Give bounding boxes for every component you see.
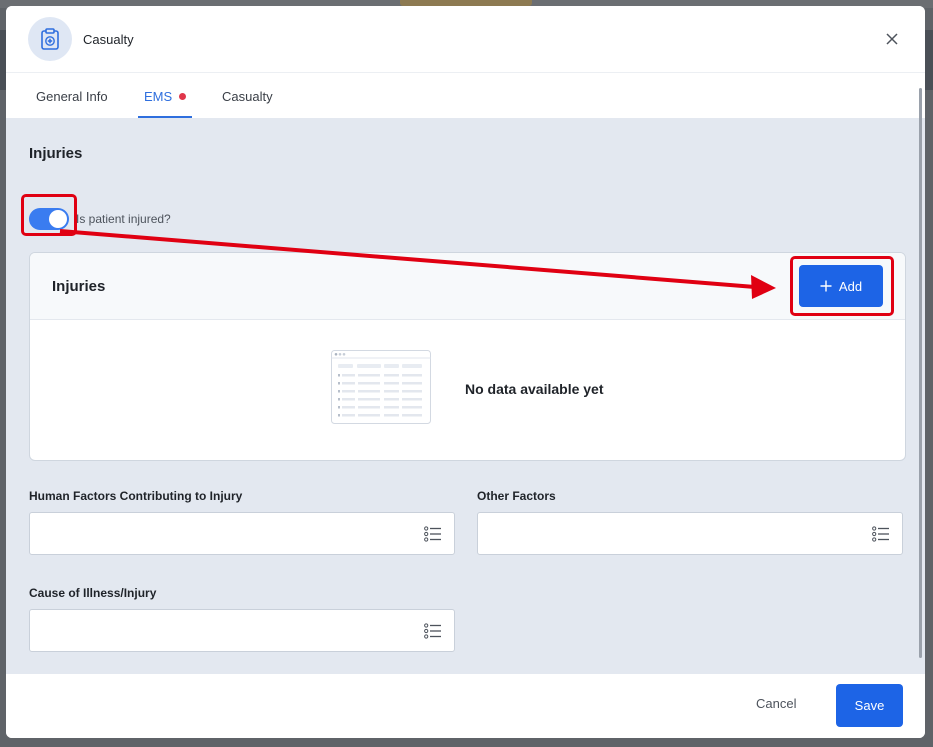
modal-header: Casualty — [6, 6, 925, 72]
scrollbar[interactable] — [919, 88, 922, 658]
tab-label: General Info — [36, 88, 108, 104]
injuries-card-title: Injuries — [52, 278, 106, 295]
modal-body: Injuries Is patient injured? Injuries Ad… — [6, 118, 925, 674]
close-button[interactable] — [882, 29, 902, 49]
alert-dot — [179, 92, 187, 100]
patient-injured-toggle[interactable] — [29, 208, 69, 230]
backdrop-fragment-right — [925, 30, 933, 90]
injuries-card-header: Injuries Add — [30, 253, 905, 320]
toggle-label: Is patient injured? — [76, 212, 171, 226]
modal-footer: Cancel Save — [6, 674, 925, 738]
save-button[interactable]: Save — [836, 684, 903, 727]
tab-general-info[interactable]: General Info — [36, 73, 108, 119]
list-icon[interactable] — [424, 623, 442, 639]
empty-state-message: No data available yet — [465, 381, 604, 397]
casualty-modal: Casualty General Info EMS Casualty Injur… — [6, 6, 925, 738]
toggle-knob — [49, 210, 67, 228]
other-factors-label: Other Factors — [477, 489, 556, 503]
empty-table-illustration-icon — [331, 350, 431, 424]
injuries-card: Injuries Add No data available yet — [29, 252, 906, 461]
human-factors-label: Human Factors Contributing to Injury — [29, 489, 243, 503]
cause-field[interactable] — [29, 609, 455, 652]
tab-bar: General Info EMS Casualty — [6, 72, 925, 120]
clipboard-medical-icon — [28, 17, 72, 61]
list-icon[interactable] — [872, 526, 890, 542]
close-icon — [886, 33, 898, 45]
tab-casualty[interactable]: Casualty — [222, 73, 273, 119]
other-factors-field[interactable] — [477, 512, 903, 555]
cause-label: Cause of Illness/Injury — [29, 586, 157, 600]
list-icon[interactable] — [424, 526, 442, 542]
add-injury-button[interactable]: Add — [799, 265, 883, 307]
plus-icon — [820, 280, 832, 292]
modal-title: Casualty — [83, 32, 134, 47]
tab-ems[interactable]: EMS — [144, 73, 187, 119]
cancel-button[interactable]: Cancel — [756, 696, 796, 711]
human-factors-field[interactable] — [29, 512, 455, 555]
tab-label: EMS — [144, 88, 173, 104]
add-button-label: Add — [838, 278, 863, 294]
tab-label: Casualty — [222, 88, 273, 104]
section-title: Injuries — [29, 145, 83, 162]
